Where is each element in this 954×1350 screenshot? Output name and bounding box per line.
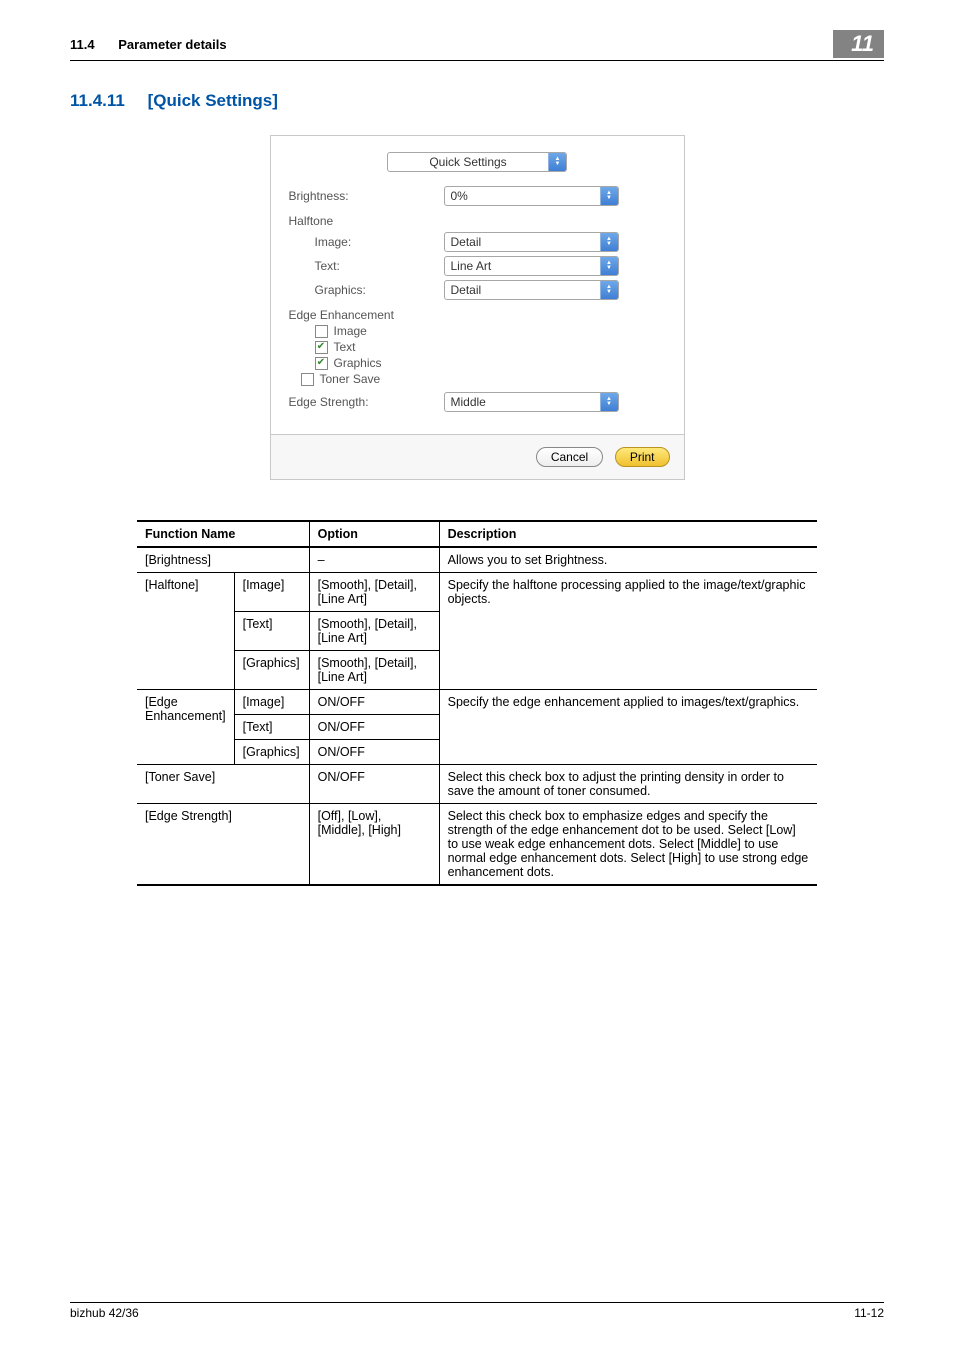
cell-desc: Select this check box to adjust the prin… (439, 765, 817, 804)
text-checkbox[interactable]: ✔ (315, 341, 328, 354)
parameters-table: Function Name Option Description [Bright… (137, 520, 817, 886)
halftone-group-label: Halftone (289, 214, 666, 228)
halftone-graphics-label: Graphics: (289, 283, 444, 297)
cell-sub: [Image] (234, 573, 309, 612)
table-row: [Halftone] [Image] [Smooth], [Detail], [… (137, 573, 817, 612)
cell-opt: ON/OFF (309, 715, 439, 740)
edge-strength-value: Middle (445, 396, 600, 408)
stepper-icon: ▲▼ (600, 257, 618, 275)
cell-opt: ON/OFF (309, 765, 439, 804)
preset-dropdown[interactable]: Quick Settings ▲▼ (387, 152, 567, 172)
toner-save-checkbox[interactable] (301, 373, 314, 386)
stepper-icon: ▲▼ (600, 187, 618, 205)
cancel-button[interactable]: Cancel (536, 447, 603, 467)
header-section-title: Parameter details (118, 37, 226, 52)
dialog-footer: Cancel Print (271, 434, 684, 479)
section-heading-title: [Quick Settings] (148, 91, 278, 110)
section-heading-number: 11.4.11 (70, 91, 125, 110)
stepper-icon: ▲▼ (548, 153, 566, 171)
table-row: [Edge Strength] [Off], [Low], [Middle], … (137, 804, 817, 886)
th-description: Description (439, 521, 817, 547)
footer-right: 11-12 (854, 1306, 884, 1320)
table-row: [Toner Save] ON/OFF Select this check bo… (137, 765, 817, 804)
cell-opt: [Off], [Low], [Middle], [High] (309, 804, 439, 886)
cell-sub: [Graphics] (234, 651, 309, 690)
print-button[interactable]: Print (615, 447, 670, 467)
cell-desc: Specify the halftone processing applied … (439, 573, 817, 690)
page-header: 11.4 Parameter details 11 (70, 30, 884, 61)
halftone-graphics-value: Detail (445, 284, 600, 296)
cell-sub: [Image] (234, 690, 309, 715)
edge-strength-dropdown[interactable]: Middle ▲▼ (444, 392, 619, 412)
cell-fn: [Edge Enhancement] (137, 690, 234, 765)
cell-fn: [Halftone] (137, 573, 234, 690)
graphics-checkbox[interactable]: ✔ (315, 357, 328, 370)
stepper-icon: ▲▼ (600, 233, 618, 251)
cell-opt: [Smooth], [Detail], [Line Art] (309, 612, 439, 651)
brightness-dropdown[interactable]: 0% ▲▼ (444, 186, 619, 206)
cell-fn: [Toner Save] (137, 765, 309, 804)
cell-opt: ON/OFF (309, 740, 439, 765)
stepper-icon: ▲▼ (600, 281, 618, 299)
halftone-image-label: Image: (289, 235, 444, 249)
table-row: [Edge Enhancement] [Image] ON/OFF Specif… (137, 690, 817, 715)
quick-settings-panel: Quick Settings ▲▼ Brightness: 0% ▲▼ Half… (270, 135, 685, 480)
table-row: [Brightness] – Allows you to set Brightn… (137, 547, 817, 573)
cell-sub: [Graphics] (234, 740, 309, 765)
halftone-text-value: Line Art (445, 260, 600, 272)
cell-opt: ON/OFF (309, 690, 439, 715)
header-section-number: 11.4 (70, 37, 95, 52)
edge-enhancement-group-label: Edge Enhancement (289, 308, 666, 322)
cell-sub: [Text] (234, 715, 309, 740)
halftone-text-label: Text: (289, 259, 444, 273)
halftone-image-value: Detail (445, 236, 600, 248)
graphics-checkbox-label: Graphics (334, 356, 382, 370)
cell-sub: [Text] (234, 612, 309, 651)
cell-opt: [Smooth], [Detail], [Line Art] (309, 651, 439, 690)
cell-fn: [Brightness] (137, 547, 309, 573)
section-heading: 11.4.11 [Quick Settings] (70, 91, 884, 111)
th-function-name: Function Name (137, 521, 309, 547)
halftone-graphics-dropdown[interactable]: Detail ▲▼ (444, 280, 619, 300)
cell-opt: [Smooth], [Detail], [Line Art] (309, 573, 439, 612)
image-checkbox[interactable] (315, 325, 328, 338)
footer-left: bizhub 42/36 (70, 1306, 139, 1320)
chapter-badge: 11 (833, 30, 884, 58)
halftone-image-dropdown[interactable]: Detail ▲▼ (444, 232, 619, 252)
halftone-text-dropdown[interactable]: Line Art ▲▼ (444, 256, 619, 276)
cell-desc: Specify the edge enhancement applied to … (439, 690, 817, 765)
brightness-label: Brightness: (289, 189, 444, 203)
th-option: Option (309, 521, 439, 547)
text-checkbox-label: Text (334, 340, 356, 354)
cell-opt: – (309, 547, 439, 573)
image-checkbox-label: Image (334, 324, 367, 338)
cell-fn: [Edge Strength] (137, 804, 309, 886)
toner-save-checkbox-label: Toner Save (320, 372, 381, 386)
cell-desc: Allows you to set Brightness. (439, 547, 817, 573)
page-footer: bizhub 42/36 11-12 (70, 1302, 884, 1320)
brightness-value: 0% (445, 190, 600, 202)
edge-strength-label: Edge Strength: (289, 395, 444, 409)
cell-desc: Select this check box to emphasize edges… (439, 804, 817, 886)
preset-dropdown-value: Quick Settings (388, 156, 548, 168)
stepper-icon: ▲▼ (600, 393, 618, 411)
header-left: 11.4 Parameter details (70, 37, 227, 52)
